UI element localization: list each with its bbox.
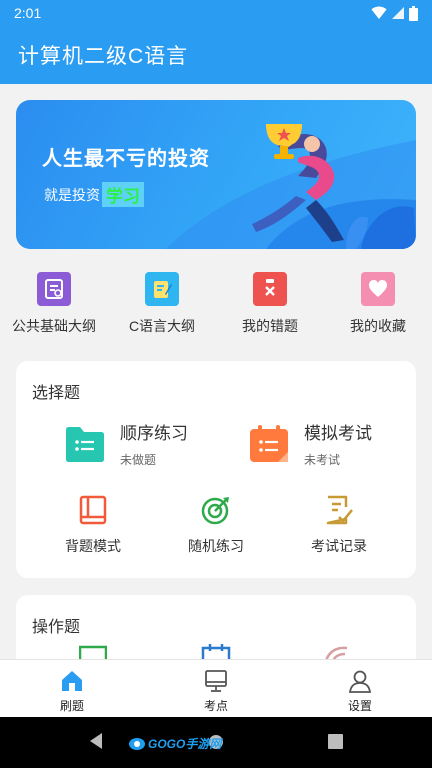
status-time: 2:01 [14,5,42,21]
system-nav-bar: GOGO手游网 [0,717,432,768]
tab-practice[interactable]: 刷题 [0,660,144,717]
exam-record-label: 考试记录 [311,538,367,554]
app-bar: 计算机二级C语言 [0,26,432,84]
mock-exam-button[interactable]: 模拟考试 未考试 [248,419,372,468]
memorize-mode-button[interactable]: 背题模式 [33,495,153,556]
outline-list-icon [37,272,71,306]
status-bar: 2:01 [0,0,432,26]
tab-key-points[interactable]: 考点 [144,660,288,717]
banner-subtitle-highlight: 学习 [102,182,144,207]
mock-exam-title: 模拟考试 [304,424,372,443]
cell-signal-icon [392,7,404,19]
clipboard-x-icon [253,272,287,306]
book-icon [79,495,107,525]
watermark-text: GOGO手游网 [148,737,222,751]
user-icon [348,670,372,693]
quick-link-c-syllabus[interactable]: C语言大纲 [108,272,216,336]
banner-subtitle: 就是投资 学习 [44,182,144,207]
banner-title: 人生最不亏的投资 [42,148,210,170]
tab-label: 考点 [203,699,228,713]
promo-banner[interactable]: 人生最不亏的投资 就是投资 学习 [16,100,416,249]
random-practice-label: 随机练习 [188,538,244,554]
quick-link-label: 公共基础大纲 [12,318,96,334]
banner-illustration [166,124,416,249]
back-icon[interactable] [88,732,104,750]
outline-edit-icon [145,272,179,306]
quick-link-public-syllabus[interactable]: 公共基础大纲 [0,272,108,336]
choice-questions-card: 选择题 顺序练习 未做题 模拟考试 未考试 背题模式 随机练习 考试记录 [16,361,416,578]
tab-settings[interactable]: 设置 [288,660,432,717]
sequential-practice-title: 顺序练习 [120,424,188,443]
record-icon [326,495,353,525]
watermark-logo-icon [129,737,145,750]
heart-icon [361,272,395,306]
section-title: 操作题 [32,619,81,636]
exam-record-button[interactable]: 考试记录 [279,495,399,556]
bottom-tab-bar: 刷题 考点 设置 [0,659,432,717]
watermark: GOGO手游网 [128,735,221,752]
banner-subtitle-prefix: 就是投资 [44,186,100,203]
calendar-list-icon [250,424,288,462]
mock-exam-status: 未考试 [304,453,341,467]
section-title: 选择题 [32,385,81,402]
monitor-icon [205,670,227,692]
tab-label: 刷题 [59,699,84,713]
quick-link-favorites[interactable]: 我的收藏 [324,272,432,336]
recents-icon[interactable] [328,734,343,749]
quick-link-label: 我的收藏 [350,318,406,334]
sequential-practice-status: 未做题 [120,453,157,467]
app-title: 计算机二级C语言 [18,45,189,68]
home-icon [62,671,82,691]
wifi-icon [371,6,387,19]
quick-link-wrong-questions[interactable]: 我的错题 [216,272,324,336]
tab-label: 设置 [347,699,372,713]
battery-icon [409,5,418,21]
memorize-mode-label: 背题模式 [65,538,121,554]
random-practice-button[interactable]: 随机练习 [156,495,276,556]
sequential-practice-button[interactable]: 顺序练习 未做题 [64,419,188,468]
quick-links: 公共基础大纲 C语言大纲 我的错题 我的收藏 [0,272,432,336]
quick-link-label: 我的错题 [242,318,298,334]
target-icon [201,497,229,525]
folder-list-icon [66,426,104,462]
quick-link-label: C语言大纲 [128,318,196,334]
